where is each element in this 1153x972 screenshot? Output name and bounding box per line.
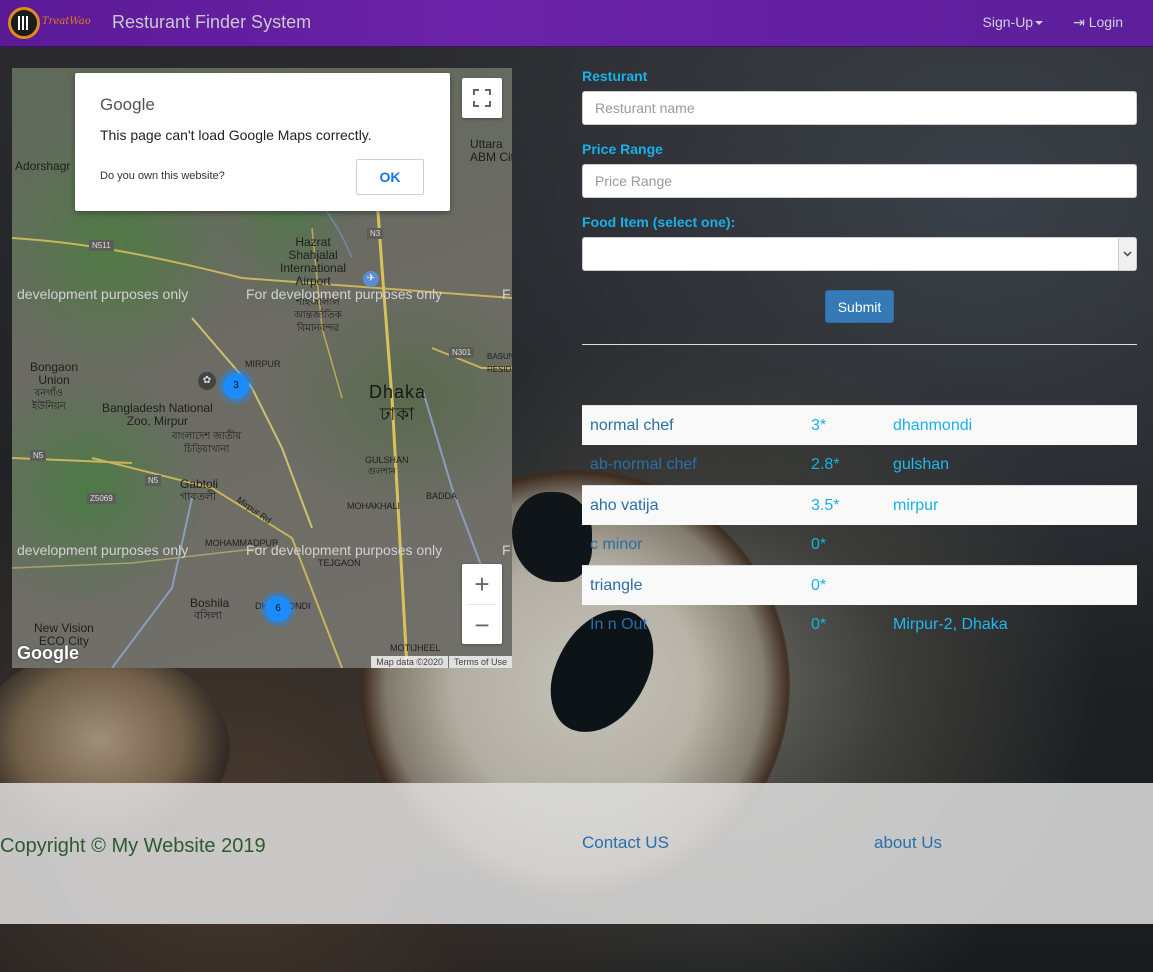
map-label-dhaka-bn: ঢাকা bbox=[380, 404, 416, 424]
dev-watermark: development purposes only bbox=[17, 542, 189, 558]
table-row[interactable]: c minor 0* bbox=[582, 525, 1137, 565]
road-tag: N5 bbox=[30, 450, 47, 461]
road-tag: N3 bbox=[367, 228, 384, 239]
search-form: Resturant Resturant name Price Range Pri… bbox=[582, 68, 1137, 323]
contact-us-link[interactable]: Contact US bbox=[582, 833, 669, 853]
dev-watermark: For development purposes only bbox=[246, 542, 443, 558]
map-cluster-marker[interactable]: 6 bbox=[265, 596, 291, 622]
navbar: TreatWao Resturant Finder System Sign-Up… bbox=[0, 0, 1153, 47]
google-logo[interactable]: Google bbox=[17, 643, 79, 664]
map-label-bongaon-bn: বনগাঁও ইউনিয়ন bbox=[32, 388, 66, 412]
restaurant-name-input[interactable]: Resturant name bbox=[582, 91, 1137, 125]
map-label-gulshan-bn: গুলশান bbox=[368, 466, 396, 476]
road-tag: Z5069 bbox=[87, 493, 116, 504]
restaurant-name[interactable]: ab-normal chef bbox=[582, 456, 811, 474]
restaurant-name[interactable]: aho vatija bbox=[582, 497, 811, 515]
logo-icon[interactable] bbox=[8, 7, 40, 39]
map-label-adorshagr: Adorshagr bbox=[15, 159, 71, 173]
restaurant-rating: 2.8* bbox=[811, 456, 840, 473]
map-error-ok-button[interactable]: OK bbox=[356, 159, 424, 195]
terms-link[interactable]: Terms of Use bbox=[448, 656, 512, 668]
map-label-dhaka: Dhaka bbox=[369, 382, 427, 402]
about-us-link[interactable]: about Us bbox=[874, 833, 942, 853]
restaurant-location: gulshan bbox=[893, 456, 950, 473]
restaurant-name[interactable]: triangle bbox=[582, 577, 811, 595]
map-label-uttara: Uttara ABM City bbox=[470, 137, 512, 164]
restaurant-location: mirpur bbox=[893, 496, 939, 514]
restaurant-name-label: Resturant bbox=[582, 68, 648, 84]
caret-down-icon bbox=[1035, 21, 1044, 26]
restaurant-location: dhanmondi bbox=[893, 416, 973, 434]
price-range-label: Price Range bbox=[582, 141, 663, 157]
footer: Copyright © My Website 2019 Contact US a… bbox=[0, 783, 1153, 924]
map-label-gabtoli-bn: গাবতলী bbox=[180, 491, 217, 503]
restaurant-rating: 3.5* bbox=[811, 496, 840, 514]
table-row[interactable]: ab-normal chef 2.8* gulshan bbox=[582, 445, 1137, 485]
restaurant-name[interactable]: c minor bbox=[582, 536, 811, 554]
signup-label: Sign-Up bbox=[982, 14, 1034, 30]
divider bbox=[582, 344, 1137, 345]
dev-watermark: F bbox=[502, 542, 511, 558]
google-dialog-logo: Google bbox=[100, 95, 155, 114]
zoom-controls: + − bbox=[462, 564, 502, 644]
map-label-mohakhali: MOHAKHALI bbox=[347, 501, 401, 511]
restaurant-rating: 0* bbox=[811, 576, 827, 594]
signup-dropdown[interactable]: Sign-Up bbox=[983, 14, 1044, 31]
map-label-zoo: Bangladesh National Zoo, Mirpur bbox=[102, 401, 213, 428]
login-label: Login bbox=[1088, 14, 1123, 30]
fullscreen-button[interactable] bbox=[462, 78, 502, 118]
map-label-motijheel: MOTIJHEEL bbox=[390, 643, 441, 653]
dev-watermark: For development purposes only bbox=[246, 286, 443, 302]
map-error-message: This page can't load Google Maps correct… bbox=[100, 127, 372, 143]
restaurant-rating: 0* bbox=[811, 536, 827, 553]
map-label-bongaon: Bongaon Union bbox=[30, 360, 79, 387]
logo-text: TreatWao bbox=[42, 16, 91, 27]
map-label-airport: Hazrat Shahjalal International Airport bbox=[280, 235, 347, 288]
table-row[interactable]: In n Out 0* Mirpur-2, Dhaka bbox=[582, 605, 1137, 645]
map-error-dialog: Google This page can't load Google Maps … bbox=[75, 73, 450, 211]
table-row[interactable]: triangle 0* bbox=[582, 565, 1137, 605]
price-range-input[interactable]: Price Range bbox=[582, 164, 1137, 198]
map-label-tejgaon: TEJGAON bbox=[318, 558, 361, 568]
restaurant-rating: 0* bbox=[811, 616, 827, 633]
restaurant-location: Mirpur-2, Dhaka bbox=[893, 616, 1008, 633]
map-label-badda: BADDA bbox=[426, 491, 458, 501]
road-tag: N5 bbox=[145, 475, 162, 486]
restaurant-name[interactable]: normal chef bbox=[582, 417, 811, 435]
zoo-paw-icon: ✿ bbox=[198, 372, 216, 390]
brand-title[interactable]: Resturant Finder System bbox=[112, 12, 311, 33]
chevron-down-icon bbox=[1118, 238, 1136, 270]
map-label-boshila: Boshila bbox=[190, 596, 230, 610]
road-tag: N511 bbox=[89, 240, 114, 251]
food-item-label: Food Item (select one): bbox=[582, 214, 736, 230]
airport-icon: ✈ bbox=[363, 271, 379, 287]
map-label-boshila-bn: বসিলা bbox=[194, 610, 222, 622]
restaurant-rating: 3* bbox=[811, 416, 827, 434]
dev-watermark: F bbox=[502, 286, 511, 302]
login-icon: ⇥ bbox=[1073, 14, 1085, 30]
dev-watermark: development purposes only bbox=[17, 286, 189, 302]
map-error-question[interactable]: Do you own this website? bbox=[100, 170, 225, 182]
google-map[interactable]: Adorshagr Uttara ABM City Hazrat Shahjal… bbox=[12, 68, 512, 668]
map-label-mirpur: MIRPUR bbox=[245, 359, 281, 369]
zoom-in-button[interactable]: + bbox=[462, 564, 502, 604]
food-item-select[interactable] bbox=[582, 237, 1137, 271]
map-cluster-marker[interactable]: 3 bbox=[223, 373, 249, 399]
map-data-text: Map data ©2020 bbox=[371, 656, 448, 668]
table-row[interactable]: aho vatija 3.5* mirpur bbox=[582, 485, 1137, 525]
zoom-out-button[interactable]: − bbox=[462, 605, 502, 645]
login-link[interactable]: ⇥ Login bbox=[1073, 14, 1123, 31]
map-label-basundhara: BASUN RESID bbox=[487, 352, 512, 374]
results-table: normal chef 3* dhanmondi ab-normal chef … bbox=[582, 405, 1137, 645]
copyright-text: Copyright © My Website 2019 bbox=[0, 835, 266, 857]
road-tag: N301 bbox=[449, 347, 475, 358]
restaurant-name[interactable]: In n Out bbox=[582, 616, 811, 634]
fullscreen-icon bbox=[473, 89, 491, 107]
submit-button[interactable]: Submit bbox=[825, 290, 894, 323]
nav-right: Sign-Up ⇥ Login bbox=[983, 14, 1123, 31]
table-row[interactable]: normal chef 3* dhanmondi bbox=[582, 405, 1137, 445]
map-attribution: Map data ©2020 Terms of Use bbox=[371, 656, 512, 668]
map-label-zoo-bn: বাংলাদেশ জাতীয় চিড়িয়াখানা bbox=[172, 431, 242, 455]
map-label-gabtoli: Gabtoli bbox=[180, 477, 219, 491]
